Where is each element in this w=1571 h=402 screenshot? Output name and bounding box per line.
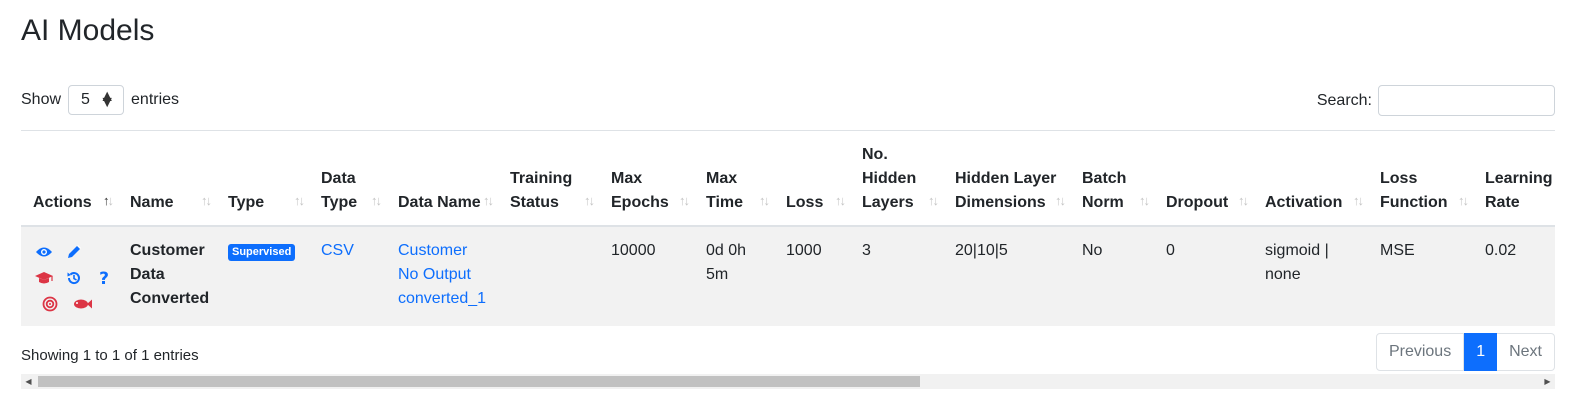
- scroll-left-icon[interactable]: ◀: [21, 374, 36, 389]
- cell-data-type: CSV: [309, 226, 386, 326]
- column-header-training-status[interactable]: Training Status ↑↓: [498, 131, 599, 227]
- column-header-label: Name: [130, 194, 174, 211]
- column-header-label: Hidden Layer Dimensions: [955, 170, 1057, 211]
- column-header-name[interactable]: Name ↑↓: [118, 131, 216, 227]
- sort-icon: ↑↓: [483, 193, 494, 208]
- column-header-label: No. Hidden Layers: [862, 146, 917, 211]
- cell-batch-norm: No: [1070, 226, 1154, 326]
- sort-icon: ↑↓: [1238, 193, 1249, 208]
- scrollbar-thumb[interactable]: [38, 376, 920, 387]
- column-header-actions[interactable]: Actions ↑↓: [21, 131, 118, 227]
- sort-icon: ↑↓: [679, 193, 690, 208]
- sort-icon: ↑↓: [201, 193, 212, 208]
- train-icon[interactable]: [33, 269, 55, 287]
- search-label: Search:: [1316, 91, 1372, 109]
- entries-label: entries: [131, 91, 180, 108]
- column-header-dropout[interactable]: Dropout ↑↓: [1154, 131, 1253, 227]
- column-header-label: Actions: [33, 194, 92, 211]
- select-arrows-icon: ▲ ▼: [99, 88, 116, 111]
- data-type-link[interactable]: CSV: [321, 242, 354, 259]
- column-header-hidden-layer-dimensions[interactable]: Hidden Layer Dimensions ↑↓: [943, 131, 1070, 227]
- search-control: Search:: [1317, 85, 1555, 116]
- data-name-link[interactable]: Customer No Output converted_1: [398, 242, 486, 307]
- sort-icon: ↑↓: [584, 193, 595, 208]
- next-page-button[interactable]: Next: [1497, 333, 1555, 371]
- sort-icon: ↑↓: [835, 193, 846, 208]
- table-row: ? Customer Data Converted Supervised CSV…: [21, 226, 1555, 326]
- column-header-max-epochs[interactable]: Max Epochs ↑↓: [599, 131, 694, 227]
- column-header-loss[interactable]: Loss ↑↓: [774, 131, 850, 227]
- pagination: Previous 1 Next: [1375, 333, 1555, 371]
- previous-page-button[interactable]: Previous: [1375, 333, 1465, 371]
- column-header-label: Max Epochs: [611, 170, 669, 211]
- cell-name: Customer Data Converted: [118, 226, 216, 326]
- sort-icon: ↑↓: [1139, 193, 1150, 208]
- column-header-label: Learning Rate: [1485, 170, 1553, 211]
- column-header-data-name[interactable]: Data Name ↑↓: [386, 131, 498, 227]
- svg-text:?: ?: [99, 270, 109, 286]
- page-1-button[interactable]: 1: [1464, 333, 1498, 371]
- sort-icon: ↑↓: [103, 193, 114, 208]
- column-header-label: Loss: [786, 194, 824, 211]
- edit-icon[interactable]: [63, 243, 85, 261]
- table-container: Actions ↑↓ Name ↑↓ Type ↑↓ Data Type ↑↓ Data Nam…: [21, 130, 1555, 326]
- table-header-row: Actions ↑↓ Name ↑↓ Type ↑↓ Data Type ↑↓ Data Nam…: [21, 131, 1555, 227]
- column-header-label: Activation: [1265, 194, 1343, 211]
- cell-data-name: Customer No Output converted_1: [386, 226, 498, 326]
- fish-icon[interactable]: [71, 295, 93, 313]
- search-input[interactable]: [1378, 85, 1555, 116]
- cell-loss: 1000: [774, 226, 850, 326]
- scroll-right-icon[interactable]: ▶: [1540, 374, 1555, 389]
- sort-icon: ↑↓: [1055, 193, 1066, 208]
- history-icon[interactable]: [63, 269, 85, 287]
- cell-actions: ?: [21, 226, 118, 326]
- cell-max-time: 0d 0h 5m: [694, 226, 774, 326]
- table-info: Showing 1 to 1 of 1 entries: [21, 347, 199, 364]
- help-icon[interactable]: ?: [93, 269, 115, 287]
- cell-activation: sigmoid | none: [1253, 226, 1368, 326]
- column-header-label: Batch Norm: [1082, 170, 1127, 211]
- column-header-data-type[interactable]: Data Type ↑↓: [309, 131, 386, 227]
- cell-no-hidden-layers: 3: [850, 226, 943, 326]
- column-header-label: Data Type: [321, 170, 358, 211]
- column-header-label: Max Time: [706, 170, 744, 211]
- type-badge: Supervised: [228, 244, 296, 261]
- entries-select[interactable]: 5 ▲ ▼: [68, 85, 125, 115]
- horizontal-scrollbar[interactable]: ◀ ▶: [21, 374, 1555, 389]
- sort-icon: ↑↓: [294, 193, 305, 208]
- models-table: Actions ↑↓ Name ↑↓ Type ↑↓ Data Type ↑↓ Data Nam…: [21, 131, 1555, 326]
- show-label: Show: [21, 91, 62, 108]
- view-icon[interactable]: [33, 243, 55, 261]
- cell-loss-function: MSE: [1368, 226, 1473, 326]
- column-header-no-hidden-layers[interactable]: No. Hidden Layers ↑↓: [850, 131, 943, 227]
- target-icon[interactable]: [39, 295, 61, 313]
- column-header-type[interactable]: Type ↑↓: [216, 131, 309, 227]
- cell-hidden-layer-dimensions: 20|10|5: [943, 226, 1070, 326]
- column-header-learning-rate[interactable]: Learning Rate↑↓: [1473, 131, 1555, 227]
- entries-select-value: 5: [81, 91, 90, 108]
- column-header-max-time[interactable]: Max Time ↑↓: [694, 131, 774, 227]
- cell-training-status: [498, 226, 599, 326]
- cell-max-epochs: 10000: [599, 226, 694, 326]
- page-title: AI Models: [21, 14, 155, 47]
- sort-icon: ↑↓: [1458, 193, 1469, 208]
- sort-icon: ↑↓: [759, 193, 770, 208]
- column-header-label: Training Status: [510, 170, 573, 211]
- column-header-batch-norm[interactable]: Batch Norm ↑↓: [1070, 131, 1154, 227]
- column-header-activation[interactable]: Activation ↑↓: [1253, 131, 1368, 227]
- entries-length-control: Show 5 ▲ ▼ entries: [21, 85, 179, 115]
- sort-icon: ↑↓: [928, 193, 939, 208]
- sort-icon: ↑↓: [1353, 193, 1364, 208]
- column-header-loss-function[interactable]: Loss Function ↑↓: [1368, 131, 1473, 227]
- column-header-label: Dropout: [1166, 194, 1229, 211]
- cell-dropout: 0: [1154, 226, 1253, 326]
- column-header-label: Loss Function: [1380, 170, 1448, 211]
- cell-learning-rate: 0.02: [1473, 226, 1555, 326]
- sort-icon: ↑↓: [371, 193, 382, 208]
- column-header-label: Type: [228, 194, 265, 211]
- cell-type: Supervised: [216, 226, 309, 326]
- column-header-label: Data Name: [398, 194, 481, 211]
